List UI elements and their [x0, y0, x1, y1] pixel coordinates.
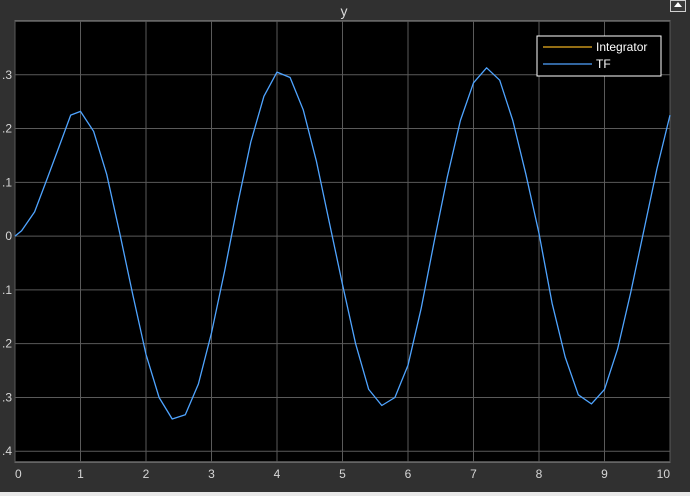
status-strip: [0, 492, 690, 496]
x-tick-label: 9: [601, 467, 608, 481]
y-tick-label: .1: [2, 283, 12, 297]
undock-arrow-icon[interactable]: [670, 0, 686, 12]
y-tick-labels: .3 .2 .1 0 .1 .2 .3 .4: [2, 68, 12, 458]
legend-label-integrator[interactable]: Integrator: [596, 40, 647, 54]
plot-title: y: [341, 3, 348, 19]
x-tick-label: 4: [274, 467, 281, 481]
x-tick-label: 2: [143, 467, 150, 481]
x-tick-label: 0: [15, 467, 22, 481]
x-tick-label: 3: [208, 467, 215, 481]
x-tick-label: 1: [77, 467, 84, 481]
y-tick-label: .2: [2, 337, 12, 351]
scope-plot[interactable]: 0 1 2 3 4 5 6 7 8 9 10 .3 .2 .1 0 .1 .2 .3 .4 y Integrato…: [0, 0, 690, 496]
x-tick-label: 6: [405, 467, 412, 481]
y-tick-label: .2: [2, 122, 12, 136]
x-tick-labels: 0 1 2 3 4 5 6 7 8 9 10: [15, 467, 670, 481]
legend-label-tf[interactable]: TF: [596, 57, 611, 71]
y-tick-label: .4: [2, 444, 12, 458]
scope-window: 0 1 2 3 4 5 6 7 8 9 10 .3 .2 .1 0 .1 .2 .3 .4 y Integrato…: [0, 0, 690, 496]
y-tick-label: .1: [2, 175, 12, 189]
x-tick-label: 7: [470, 467, 477, 481]
x-tick-label: 8: [536, 467, 543, 481]
x-tick-label: 5: [339, 467, 346, 481]
y-tick-label: 0: [5, 229, 12, 243]
y-tick-label: .3: [2, 68, 12, 82]
legend[interactable]: Integrator TF: [536, 35, 662, 77]
y-tick-label: .3: [2, 390, 12, 404]
x-tick-label: 10: [657, 467, 671, 481]
